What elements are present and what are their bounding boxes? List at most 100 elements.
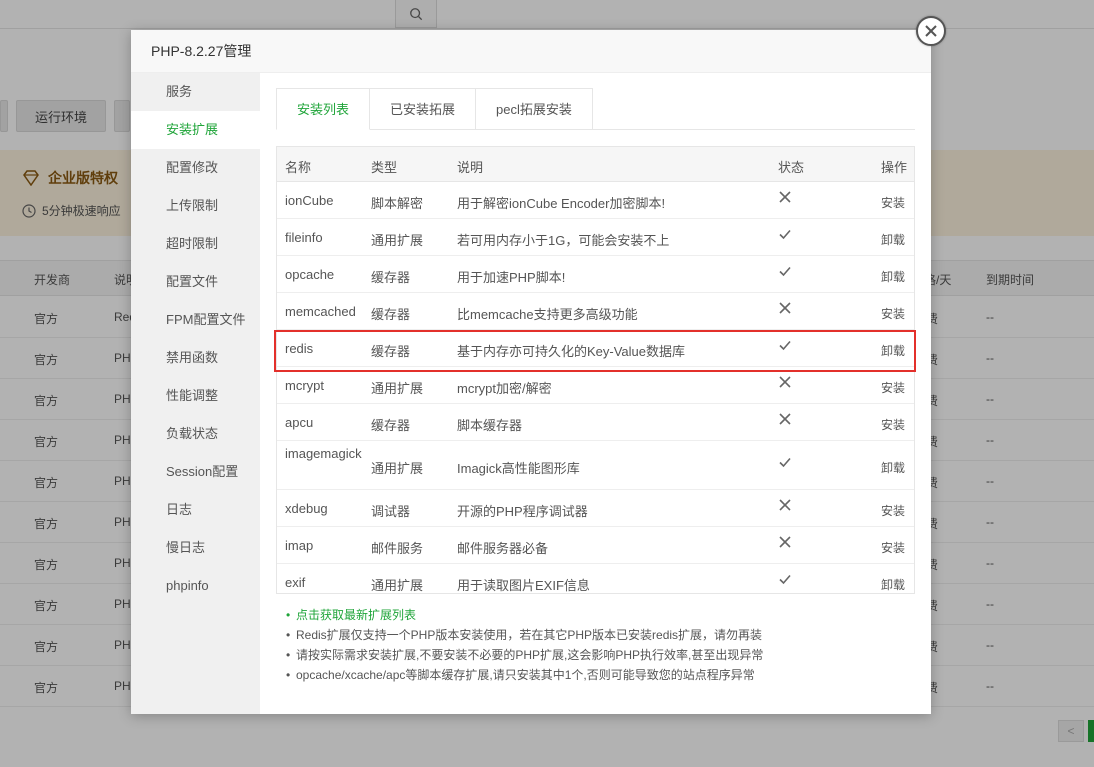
- extension-desc: 用于加速PHP脚本!: [457, 270, 566, 285]
- sidebar-item[interactable]: 上传限制: [131, 187, 260, 225]
- extension-type: 邮件服务: [371, 541, 424, 556]
- extension-row: imap 邮件服务 邮件服务器必备 安装: [277, 527, 914, 564]
- sidebar-item[interactable]: 负载状态: [131, 415, 260, 453]
- install-button[interactable]: 安装: [881, 416, 905, 433]
- extension-name: fileinfo: [285, 230, 323, 245]
- sidebar-item[interactable]: 配置文件: [131, 263, 260, 301]
- cross-icon: [778, 498, 792, 517]
- extension-table-header: 名称 类型 说明 状态 操作: [277, 147, 914, 182]
- th-type: 类型: [371, 160, 398, 175]
- sidebar-item[interactable]: 超时限制: [131, 225, 260, 263]
- extension-desc: 开源的PHP程序调试器: [457, 504, 588, 519]
- extension-name: apcu: [285, 415, 314, 430]
- extension-type: 通用扩展: [371, 578, 424, 593]
- extension-type: 缓存器: [371, 307, 411, 322]
- sidebar-item[interactable]: phpinfo: [131, 567, 260, 605]
- dialog-title: PHP-8.2.27管理: [131, 30, 931, 73]
- dialog-main: 安装列表 已安装拓展 pecl拓展安装 名称 类型 说明 状态 操作 ionCube…: [276, 88, 916, 594]
- check-icon: [778, 572, 792, 591]
- install-button[interactable]: 安装: [881, 502, 905, 519]
- sidebar-item[interactable]: 服务: [131, 73, 260, 111]
- uninstall-button[interactable]: 卸载: [881, 576, 905, 593]
- extension-desc: Imagick高性能图形库: [457, 461, 580, 476]
- sidebar-item[interactable]: 配置修改: [131, 149, 260, 187]
- extension-row: ionCube 脚本解密 用于解密ionCube Encoder加密脚本! 安装: [277, 182, 914, 219]
- extension-desc: 邮件服务器必备: [457, 541, 549, 556]
- extension-row: memcached 缓存器 比memcache支持更多高级功能 安装: [277, 293, 914, 330]
- check-icon: [778, 455, 792, 474]
- cross-icon: [778, 301, 792, 320]
- extension-desc: 脚本缓存器: [457, 418, 523, 433]
- dialog-sidebar: 服务 安装扩展 配置修改 上传限制 超时限制 配置文件 FPM配置文件 禁用函数 性能调整 负载状…: [131, 73, 260, 714]
- sidebar-item[interactable]: 安装扩展: [131, 111, 260, 149]
- sidebar-item[interactable]: 禁用函数: [131, 339, 260, 377]
- install-button[interactable]: 安装: [881, 305, 905, 322]
- close-icon: [925, 25, 937, 37]
- sidebar-item[interactable]: 性能调整: [131, 377, 260, 415]
- sidebar-item[interactable]: FPM配置文件: [131, 301, 260, 339]
- tip-item: Redis扩展仅支持一个PHP版本安装使用，若在其它PHP版本已安装redis扩…: [286, 625, 906, 645]
- extension-type: 脚本解密: [371, 196, 424, 211]
- extension-type: 通用扩展: [371, 381, 424, 396]
- extension-desc: 用于读取图片EXIF信息: [457, 578, 590, 593]
- extension-row: apcu 缓存器 脚本缓存器 安装: [277, 404, 914, 441]
- extension-type: 缓存器: [371, 270, 411, 285]
- tips-list: 点击获取最新扩展列表 Redis扩展仅支持一个PHP版本安装使用，若在其它PHP…: [286, 605, 906, 685]
- extension-name: memcached: [285, 304, 356, 319]
- extension-row: fileinfo 通用扩展 若可用内存小于1G，可能会安装不上 卸载: [277, 219, 914, 256]
- extension-row: xdebug 调试器 开源的PHP程序调试器 安装: [277, 490, 914, 527]
- uninstall-button[interactable]: 卸载: [881, 342, 905, 359]
- extension-name: xdebug: [285, 501, 328, 516]
- sidebar-item[interactable]: 慢日志: [131, 529, 260, 567]
- close-button[interactable]: [916, 16, 946, 46]
- extension-desc: 若可用内存小于1G，可能会安装不上: [457, 233, 670, 248]
- cross-icon: [778, 535, 792, 554]
- cross-icon: [778, 190, 792, 209]
- extension-type: 缓存器: [371, 344, 411, 359]
- install-button[interactable]: 安装: [881, 539, 905, 556]
- uninstall-button[interactable]: 卸载: [881, 459, 905, 476]
- php-manage-dialog: PHP-8.2.27管理 服务 安装扩展 配置修改 上传限制 超时限制 配置文件 FPM配置…: [131, 16, 946, 714]
- extension-name: redis: [285, 341, 314, 356]
- extension-row: opcache 缓存器 用于加速PHP脚本! 卸载: [277, 256, 914, 293]
- extension-table: 名称 类型 说明 状态 操作 ionCube 脚本解密 用于解密ionCube En…: [276, 146, 915, 594]
- check-icon: [778, 227, 792, 246]
- tip-item: opcache/xcache/apc等脚本缓存扩展,请只安装其中1个,否则可能导…: [286, 665, 906, 685]
- tab-1[interactable]: 已安装拓展: [370, 88, 477, 130]
- install-button[interactable]: 安装: [881, 194, 905, 211]
- extension-name: imap: [285, 538, 314, 553]
- extension-name: exif: [285, 575, 306, 590]
- extension-desc: 比memcache支持更多高级功能: [457, 307, 638, 322]
- th-status: 状态: [778, 160, 805, 175]
- extension-name: ionCube: [285, 193, 334, 208]
- install-button[interactable]: 安装: [881, 379, 905, 396]
- th-op: 操作: [881, 160, 908, 175]
- extension-name: imagemagick: [285, 446, 362, 461]
- extension-desc: 用于解密ionCube Encoder加密脚本!: [457, 196, 666, 211]
- extension-type: 缓存器: [371, 418, 411, 433]
- extension-row: imagemagick 通用扩展 Imagick高性能图形库 卸载: [277, 441, 914, 490]
- extension-type: 通用扩展: [371, 461, 424, 476]
- extension-name: mcrypt: [285, 378, 324, 393]
- uninstall-button[interactable]: 卸载: [881, 268, 905, 285]
- extension-row: redis 缓存器 基于内存亦可持久化的Key-Value数据库 卸载: [277, 330, 914, 367]
- extension-desc: mcrypt加密/解密: [457, 381, 552, 396]
- tab-0[interactable]: 安装列表: [276, 88, 371, 130]
- extension-row: mcrypt 通用扩展 mcrypt加密/解密 安装: [277, 367, 914, 404]
- extension-tabs: 安装列表 已安装拓展 pecl拓展安装: [276, 88, 915, 130]
- th-name: 名称: [285, 160, 312, 175]
- refresh-extension-list-link[interactable]: 点击获取最新扩展列表: [286, 605, 906, 625]
- sidebar-item[interactable]: Session配置: [131, 453, 260, 491]
- extension-row: exif 通用扩展 用于读取图片EXIF信息 卸载: [277, 564, 914, 593]
- extension-type: 通用扩展: [371, 233, 424, 248]
- th-desc: 说明: [457, 160, 484, 175]
- extension-desc: 基于内存亦可持久化的Key-Value数据库: [457, 344, 686, 359]
- check-icon: [778, 338, 792, 357]
- extension-name: opcache: [285, 267, 335, 282]
- tip-item: 请按实际需求安装扩展,不要安装不必要的PHP扩展,这会影响PHP执行效率,甚至出…: [286, 645, 906, 665]
- check-icon: [778, 264, 792, 283]
- cross-icon: [778, 412, 792, 431]
- sidebar-item[interactable]: 日志: [131, 491, 260, 529]
- tab-2[interactable]: pecl拓展安装: [476, 88, 593, 130]
- uninstall-button[interactable]: 卸载: [881, 231, 905, 248]
